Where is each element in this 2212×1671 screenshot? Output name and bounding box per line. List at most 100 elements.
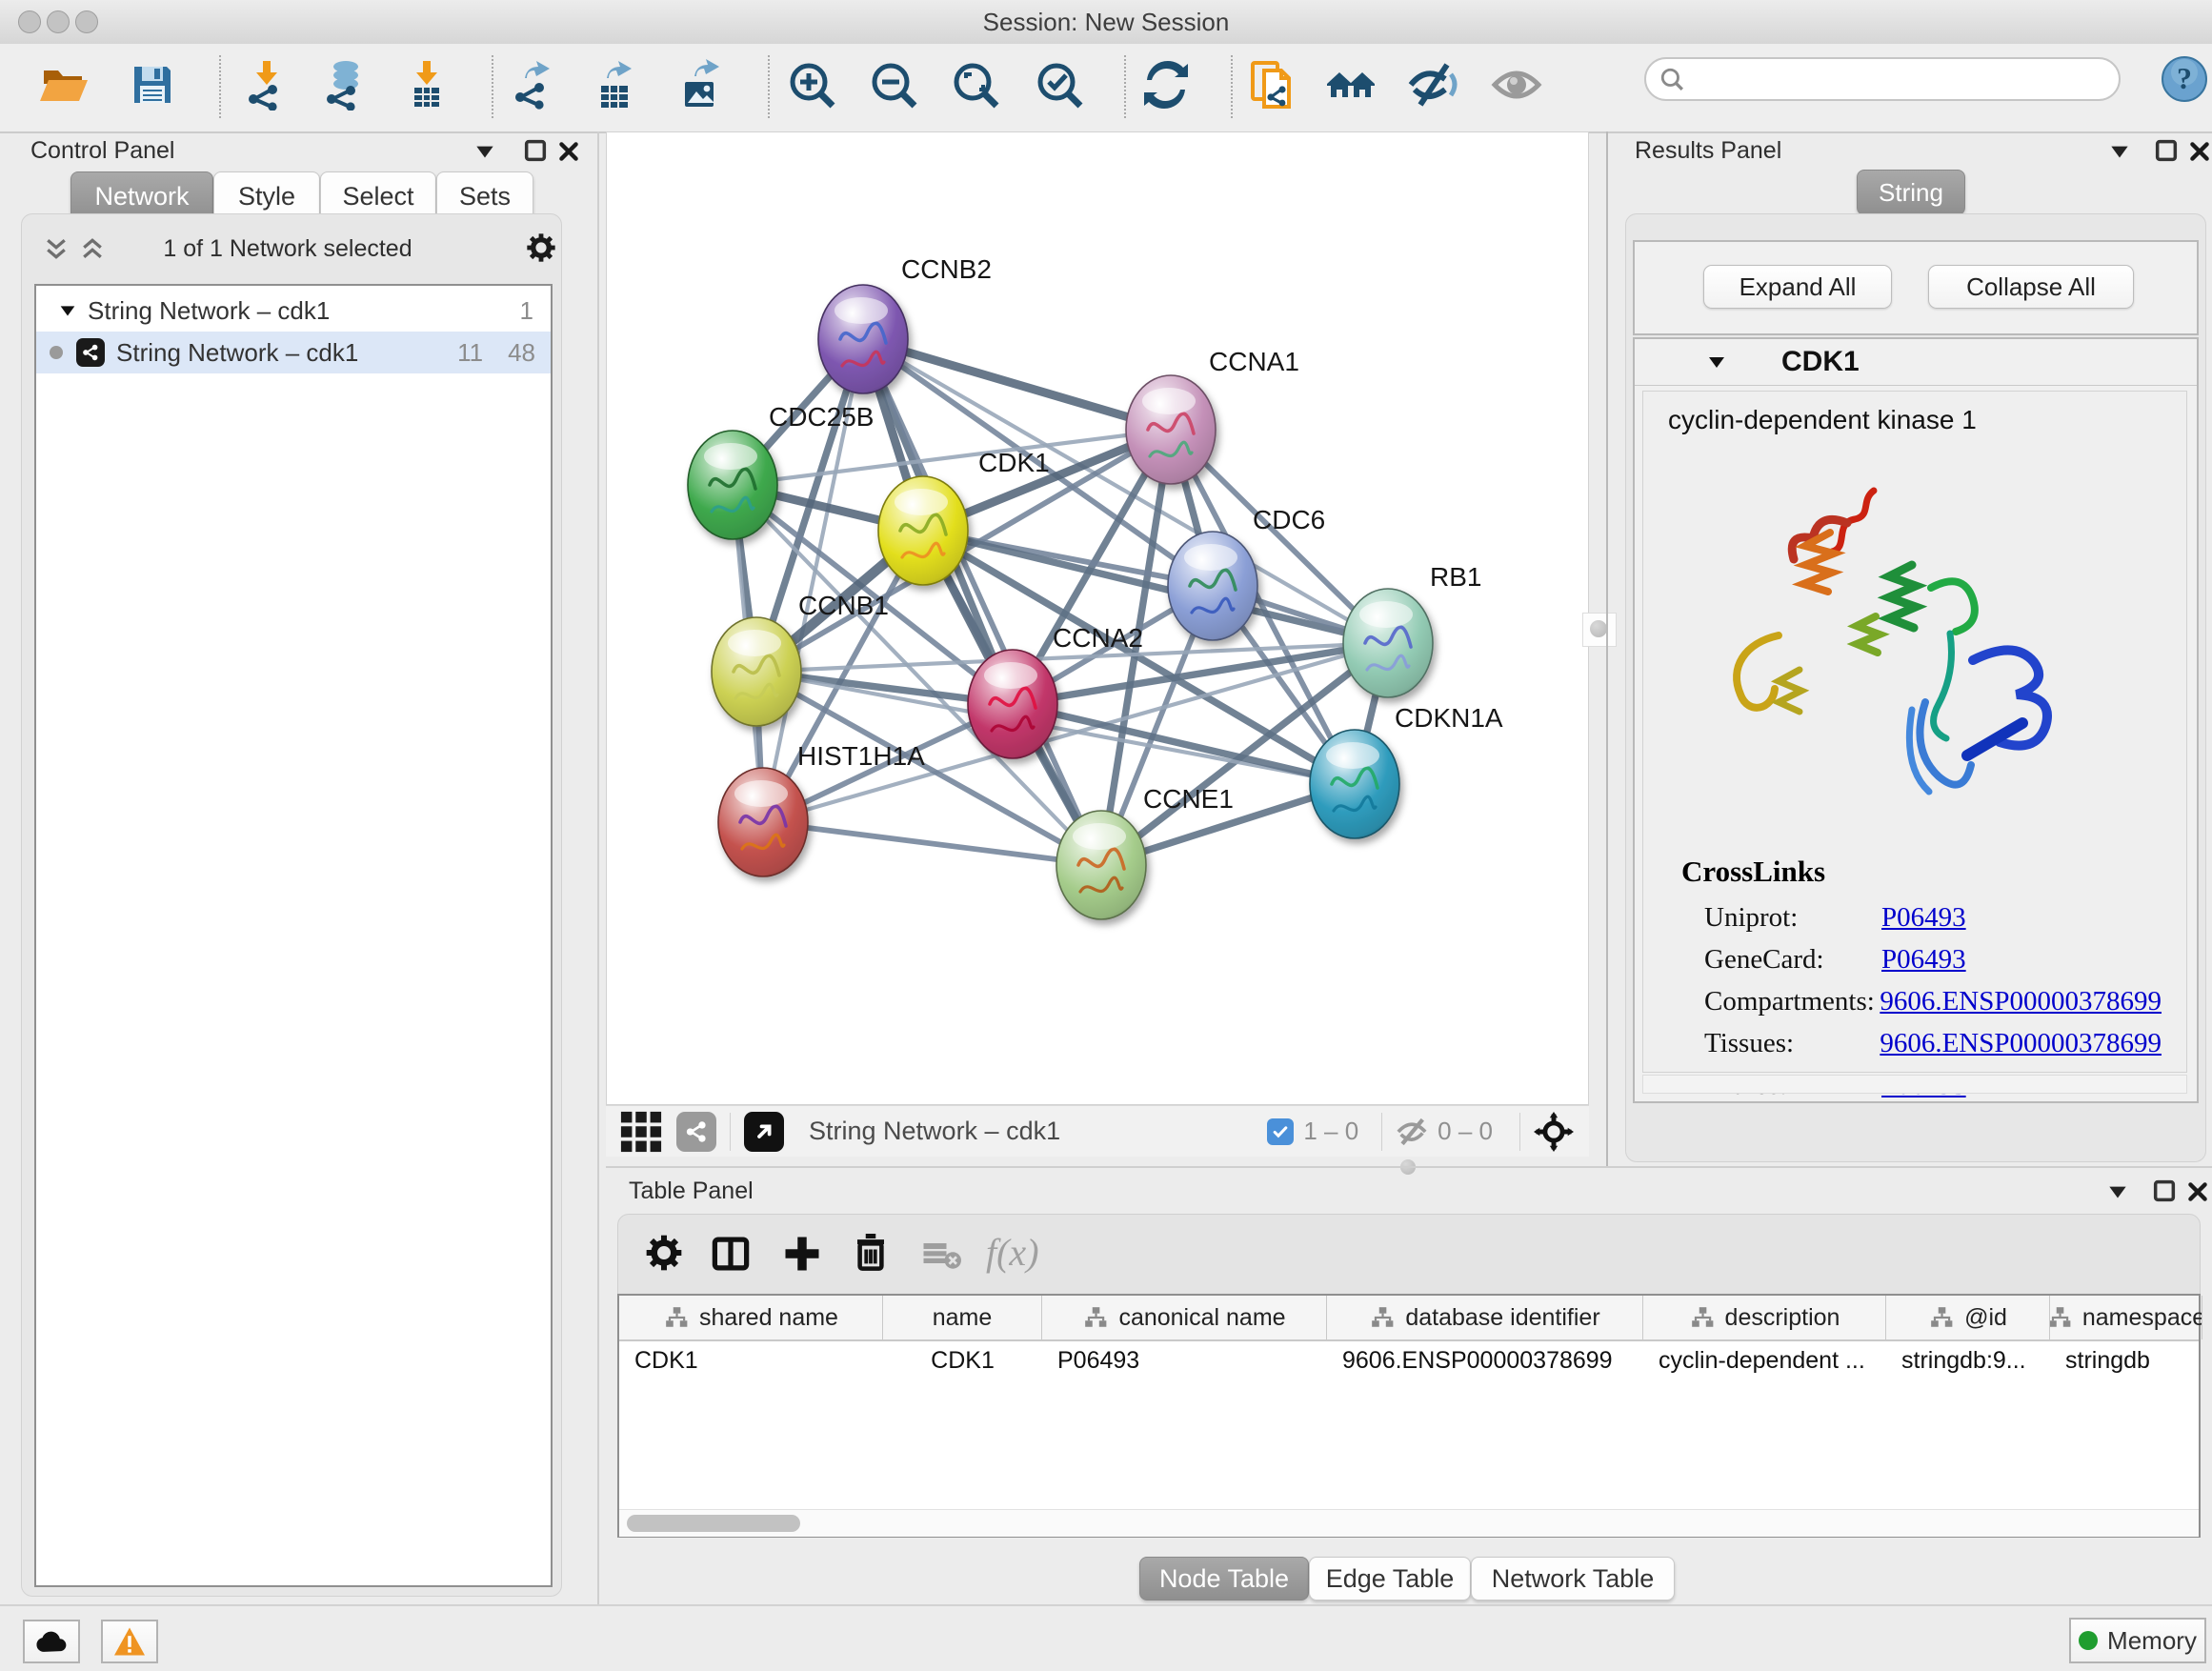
save-session-button[interactable] [127, 59, 178, 111]
network-share-badge-icon[interactable] [676, 1112, 716, 1152]
import-network-from-file-button[interactable] [241, 59, 292, 111]
table-hscrollbar-thumb[interactable] [627, 1515, 800, 1532]
table-cell-canonical-name[interactable]: P06493 [1042, 1339, 1327, 1381]
node-cdk1[interactable] [878, 476, 968, 585]
search-field[interactable] [1644, 57, 2121, 101]
network-canvas[interactable]: CCNB2CCNA1CDC25BCDK1CDC6RB1CCNB1CCNA2CDK… [606, 131, 1589, 1105]
vertical-splitter-card[interactable] [1582, 613, 1617, 647]
vertical-divider[interactable] [1606, 131, 1608, 1166]
panel-close-icon[interactable] [2185, 1179, 2210, 1204]
crosslink-link[interactable]: P06493 [1881, 902, 1966, 934]
edge-hist1h1a-ccne1[interactable] [763, 822, 1101, 865]
export-network-button[interactable] [508, 59, 559, 111]
gene-header-row[interactable]: CDK1 [1635, 339, 2197, 386]
crosslink-label: GeneCard: [1704, 944, 1881, 976]
edge-ccnb2-ccna1[interactable] [863, 339, 1171, 430]
panel-float-icon[interactable] [2153, 137, 2180, 164]
panel-float-icon[interactable] [2151, 1178, 2178, 1204]
tab-network-table[interactable]: Network Table [1471, 1557, 1675, 1601]
cloud-status-button[interactable] [23, 1620, 80, 1663]
tab-string[interactable]: String [1857, 170, 1965, 215]
export-table-icon [590, 59, 641, 111]
column-header-database-identifier[interactable]: database identifier [1327, 1296, 1643, 1339]
edge-ccnb2-ccne1[interactable] [863, 339, 1101, 865]
grid-view-icon[interactable] [619, 1110, 663, 1154]
network-collection-row[interactable]: String Network – cdk1 1 [36, 290, 551, 332]
table-cell-description[interactable]: cyclin-dependent ... [1643, 1339, 1886, 1381]
zoom-in-button[interactable] [786, 59, 837, 111]
expand-all-button[interactable]: Expand All [1703, 265, 1892, 309]
expand-all-icon[interactable] [78, 234, 107, 263]
column-header-shared-name[interactable]: shared name [619, 1296, 883, 1339]
collapse-all-icon[interactable] [42, 234, 70, 263]
export-table-button[interactable] [590, 59, 641, 111]
collection-expand-icon[interactable] [57, 300, 78, 321]
delete-column-icon[interactable] [851, 1232, 891, 1274]
table-cell-name[interactable]: CDK1 [883, 1339, 1042, 1381]
column-header-description[interactable]: description [1643, 1296, 1886, 1339]
node-cdc25b[interactable] [688, 431, 777, 539]
selected-checkbox-icon[interactable] [1267, 1118, 1294, 1145]
column-header-label: description [1725, 1304, 1840, 1332]
node-cdc6[interactable] [1168, 532, 1257, 640]
vertical-divider[interactable] [597, 131, 599, 1604]
panel-close-icon[interactable] [2187, 139, 2212, 164]
detach-view-icon[interactable] [744, 1112, 784, 1152]
results-scrollbar-track[interactable] [1642, 1075, 2187, 1094]
gene-expand-icon[interactable] [1705, 351, 1728, 373]
column-header-canonical-name[interactable]: canonical name [1042, 1296, 1327, 1339]
table-cell-namespace[interactable]: stringdb [2050, 1339, 2202, 1381]
crosslink-link[interactable]: P06493 [1881, 944, 1966, 976]
node-ccna1[interactable] [1126, 375, 1216, 484]
tab-edge-table[interactable]: Edge Table [1309, 1557, 1471, 1601]
table-cell-shared-name[interactable]: CDK1 [619, 1339, 883, 1381]
node-ccnb1[interactable] [712, 617, 801, 726]
birdseye-crosshair-icon[interactable] [1534, 1112, 1574, 1152]
import-network-from-database-button[interactable] [317, 59, 369, 111]
panel-menu-icon[interactable] [2105, 1179, 2130, 1204]
node-hist1h1a[interactable] [718, 768, 808, 876]
vertical-splitter-grip[interactable] [1590, 620, 1607, 637]
table-cell-database-identifier[interactable]: 9606.ENSP00000378699 [1327, 1339, 1643, 1381]
zoom-selected-button[interactable] [1034, 59, 1085, 111]
help-button[interactable]: ? [2161, 55, 2208, 103]
clone-network-button[interactable] [1247, 59, 1298, 111]
tab-node-table[interactable]: Node Table [1139, 1557, 1309, 1601]
column-header-namespace[interactable]: namespace [2050, 1296, 2202, 1339]
table-hscrollbar-track[interactable] [619, 1509, 2199, 1537]
open-session-button[interactable] [37, 59, 89, 111]
panel-menu-icon[interactable] [2107, 139, 2132, 164]
crosslink-link[interactable]: 9606.ENSP00000378699 [1880, 986, 2162, 1017]
crosslink-link[interactable]: 9606.ENSP00000378699 [1880, 1028, 2162, 1059]
collapse-all-button[interactable]: Collapse All [1928, 265, 2134, 309]
network-graph[interactable]: CCNB2CCNA1CDC25BCDK1CDC6RB1CCNB1CCNA2CDK… [607, 132, 1590, 1106]
node-rb1[interactable] [1343, 589, 1433, 697]
network-options-gear-icon[interactable] [526, 232, 556, 263]
node-cdkn1a[interactable] [1310, 730, 1399, 838]
first-neighbors-button[interactable] [1325, 59, 1377, 111]
table-row[interactable]: CDK1CDK1P064939606.ENSP00000378699cyclin… [619, 1339, 2199, 1381]
node-ccna2[interactable] [968, 650, 1057, 758]
search-input[interactable] [1684, 65, 2088, 93]
panel-float-icon[interactable] [522, 137, 549, 164]
refresh-button[interactable] [1140, 59, 1192, 111]
node-ccne1[interactable] [1056, 811, 1146, 919]
zoom-fit-button[interactable] [950, 59, 1001, 111]
network-row[interactable]: String Network – cdk1 11 48 [36, 332, 551, 373]
table-cell--id[interactable]: stringdb:9... [1886, 1339, 2050, 1381]
add-column-icon[interactable] [782, 1234, 822, 1274]
column-header-name[interactable]: name [883, 1296, 1042, 1339]
export-image-button[interactable] [675, 59, 727, 111]
show-columns-icon[interactable] [710, 1234, 752, 1274]
column-header--id[interactable]: @id [1886, 1296, 2050, 1339]
panel-menu-icon[interactable] [473, 139, 497, 164]
memory-button[interactable]: Memory [2069, 1618, 2206, 1663]
import-table-from-file-button[interactable] [401, 59, 452, 111]
table-options-gear-icon[interactable] [645, 1234, 683, 1272]
show-all-button[interactable] [1491, 59, 1542, 111]
hide-selected-button[interactable] [1407, 59, 1458, 111]
zoom-out-button[interactable] [868, 59, 919, 111]
node-ccnb2[interactable] [818, 285, 908, 393]
warnings-button[interactable] [101, 1620, 158, 1663]
panel-close-icon[interactable] [556, 139, 581, 164]
